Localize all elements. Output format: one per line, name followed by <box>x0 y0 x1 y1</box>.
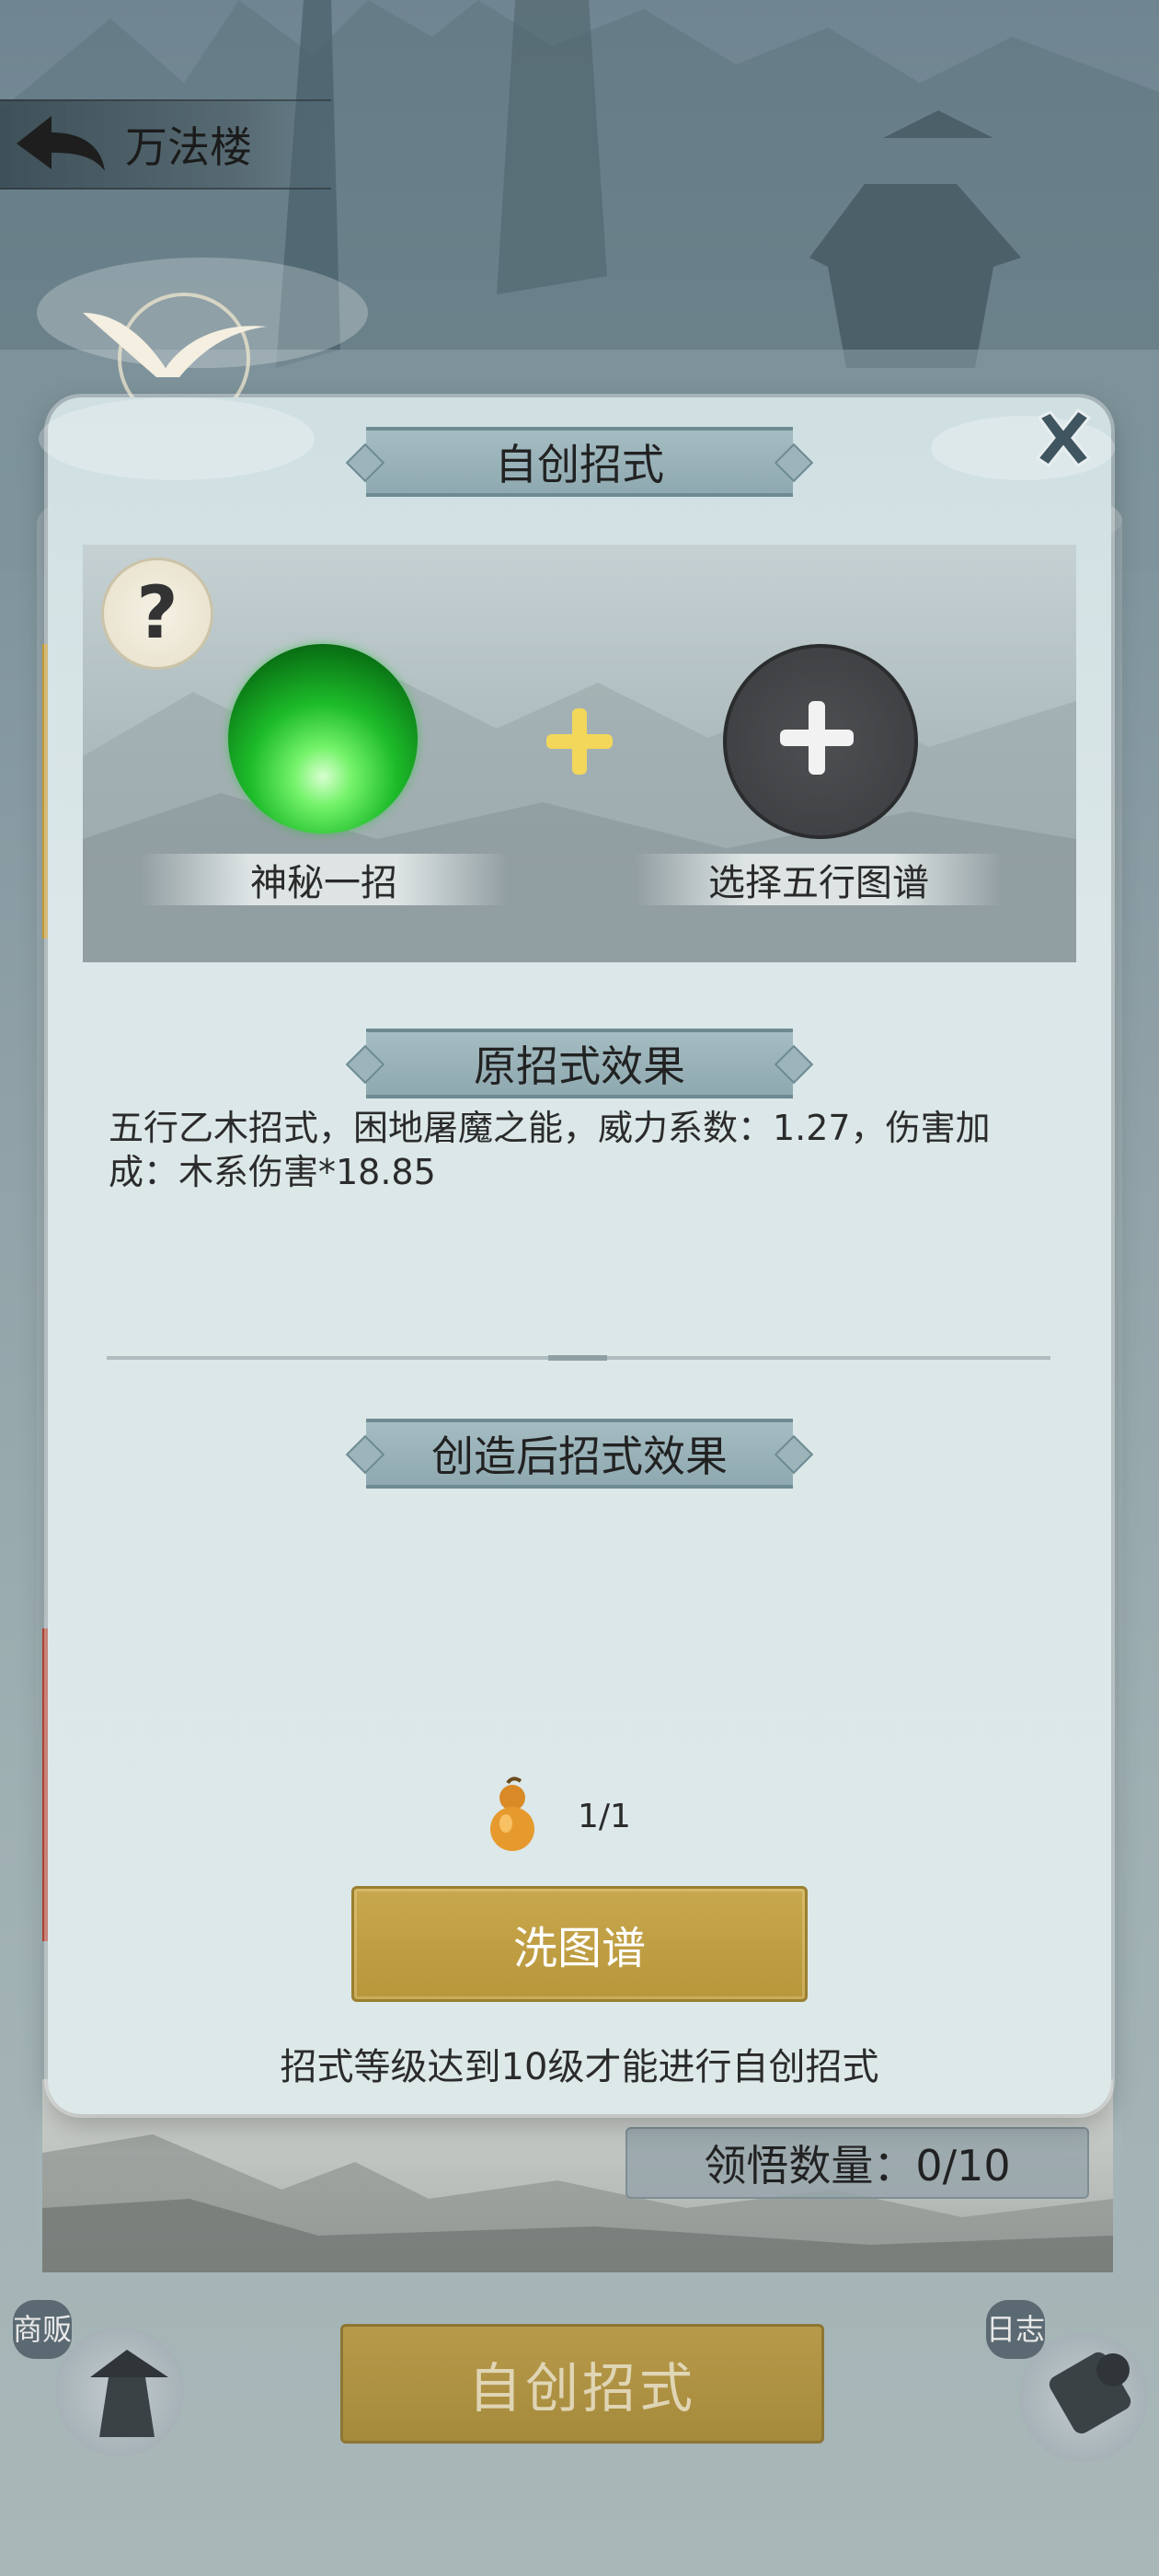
plus-icon <box>546 708 613 775</box>
section-divider <box>107 1355 1050 1361</box>
cloud-decoration <box>39 397 315 480</box>
comprehend-count: 领悟数量：0/10 <box>625 2127 1089 2199</box>
dialog-title-ribbon: 自创招式 <box>345 427 814 497</box>
created-effect-heading: 创造后招式效果 <box>431 1432 728 1481</box>
original-effect-ribbon: 原招式效果 <box>345 1029 814 1098</box>
merchant-badge[interactable]: 商贩 <box>13 2300 72 2359</box>
created-effect-ribbon: 创造后招式效果 <box>345 1419 814 1489</box>
item-count: 1/1 <box>578 1798 631 1835</box>
create-move-button[interactable]: 自创招式 <box>340 2324 824 2444</box>
right-slot-label: 选择五行图谱 <box>635 854 1003 905</box>
dialog-title: 自创招式 <box>495 440 664 489</box>
gourd-icon <box>490 1777 534 1851</box>
journal-badge[interactable]: 日志 <box>986 2300 1045 2359</box>
hat-figure-icon <box>90 2350 168 2437</box>
help-button[interactable]: ? <box>101 558 213 670</box>
close-icon[interactable] <box>1030 405 1096 471</box>
page-title: 万法楼 <box>125 123 252 171</box>
merchant-label: 商贩 <box>13 2312 73 2347</box>
scroll-icon <box>1049 2352 1131 2434</box>
back-arrow-icon[interactable] <box>9 109 110 178</box>
wash-chart-button[interactable]: 洗图谱 <box>351 1886 808 2002</box>
add-icon <box>780 701 854 775</box>
select-five-element-slot[interactable] <box>723 644 918 839</box>
original-effect-heading: 原招式效果 <box>474 1041 685 1091</box>
mysterious-move-icon[interactable] <box>228 644 418 834</box>
left-slot-label: 神秘一招 <box>140 854 508 905</box>
requirement-note: 招式等级达到10级才能进行自创招式 <box>280 2046 879 2088</box>
question-icon: ? <box>136 572 178 655</box>
original-effect-text: 五行乙木招式，困地屠魔之能，威力系数：1.27，伤害加成：木系伤害*18.85 <box>109 1108 991 1192</box>
crane-emblem-icon <box>83 293 267 414</box>
journal-label: 日志 <box>986 2312 1046 2347</box>
